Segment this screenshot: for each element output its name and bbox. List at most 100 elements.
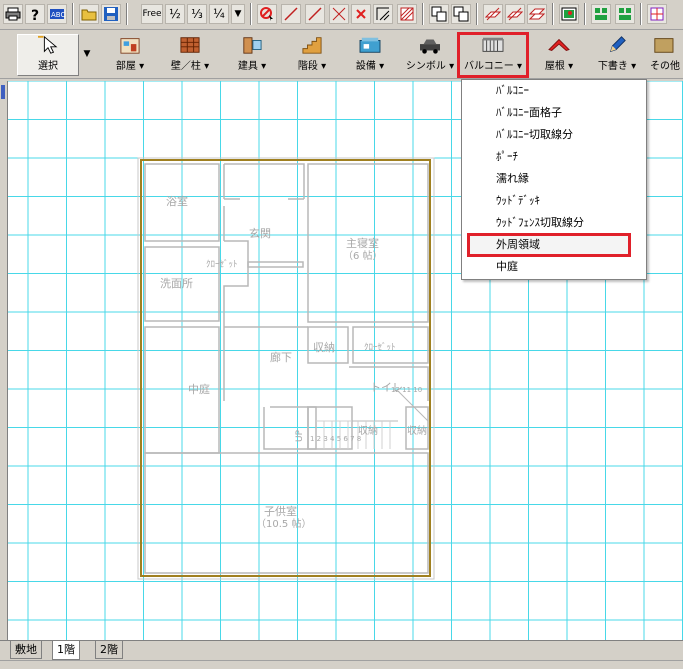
status-bar xyxy=(0,660,683,669)
other-tools-icon xyxy=(654,38,674,53)
room-label: 部屋 ▾ xyxy=(115,61,145,72)
free-snap-button[interactable]: Free xyxy=(141,4,163,24)
stairs-button[interactable]: 階段 ▾ xyxy=(286,34,338,76)
balcony-dropdown-menu: ﾊﾞﾙｺﾆｰ ﾊﾞﾙｺﾆｰ面格子 ﾊﾞﾙｺﾆｰ切取線分 ﾎﾟｰﾁ 濡れ縁 ｳｯﾄ… xyxy=(461,79,647,280)
roof-label-text: 屋根 xyxy=(544,61,565,72)
toolbar-separator xyxy=(552,3,554,25)
menu-item-balcony-lattice[interactable]: ﾊﾞﾙｺﾆｰ面格子 xyxy=(462,102,646,124)
toolbar-separator xyxy=(72,3,74,25)
balcony-icon xyxy=(482,37,504,52)
symbol-button[interactable]: シンボル ▾ xyxy=(402,34,458,76)
help-icon[interactable]: ? xyxy=(25,4,45,24)
kitchen-icon xyxy=(359,37,381,53)
free-label: Free xyxy=(142,9,162,19)
menu-item-wood-deck[interactable]: ｳｯﾄﾞﾃﾞｯｷ xyxy=(462,190,646,212)
layer-2-icon[interactable] xyxy=(505,4,525,24)
save-icon[interactable] xyxy=(101,4,121,24)
menu-item-outer-area[interactable]: 外周領域 xyxy=(467,233,631,257)
toolbar-separator xyxy=(250,3,252,25)
snap-dropdown-arrow[interactable]: ▼ xyxy=(231,4,245,24)
hatch-lines-icon[interactable] xyxy=(373,4,393,24)
layer-1-icon[interactable] xyxy=(483,4,503,24)
draft-label: 下書き ▾ xyxy=(597,61,637,72)
draft-button[interactable]: 下書き ▾ xyxy=(591,34,643,76)
no-select-cursor-icon[interactable] xyxy=(257,4,277,24)
tab-floor1[interactable]: 1階 xyxy=(52,641,80,660)
closet-small-label: ｸﾛｰｾﾞｯﾄ xyxy=(206,259,238,270)
room-icon xyxy=(120,38,140,54)
hatch-fill-icon[interactable] xyxy=(397,4,417,24)
other-label: その他 xyxy=(650,61,680,72)
courtyard-label: 中庭 xyxy=(188,382,210,396)
select-dropdown-arrow[interactable]: ▼ xyxy=(80,34,94,76)
draft-label-text: 下書き xyxy=(597,61,628,72)
up-label: UP xyxy=(295,429,305,442)
toolbar-separator xyxy=(476,3,478,25)
third-label: ⅓ xyxy=(191,7,203,21)
equipment-button[interactable]: 設備 ▾ xyxy=(344,34,396,76)
grid-view-icon[interactable] xyxy=(647,4,667,24)
kids-room-size: （10.5 帖） xyxy=(256,517,311,530)
open-folder-icon[interactable] xyxy=(79,4,99,24)
wall-pillar-label-text: 壁／柱 xyxy=(170,61,201,72)
symbol-label: シンボル ▾ xyxy=(405,61,455,72)
stairs-label-text: 階段 xyxy=(297,61,318,72)
print-icon[interactable] xyxy=(3,4,23,24)
menu-item-courtyard[interactable]: 中庭 xyxy=(462,256,646,278)
room-button[interactable]: 部屋 ▾ xyxy=(104,34,156,76)
storage3-label: 収納 xyxy=(407,424,427,437)
wall-pillar-label: 壁／柱 ▾ xyxy=(170,61,210,72)
window-cascade-icon[interactable] xyxy=(451,4,471,24)
wall-pillar-button[interactable]: 壁／柱 ▾ xyxy=(160,34,220,76)
roof-button[interactable]: 屋根 ▾ xyxy=(531,34,587,76)
window-tile-icon[interactable] xyxy=(429,4,449,24)
menu-item-balcony[interactable]: ﾊﾞﾙｺﾆｰ xyxy=(462,80,646,102)
cross-line-icon[interactable] xyxy=(329,4,349,24)
main-toolbar: 選択 ▼ 部屋 ▾ 壁／柱 ▾ 建具 ▾ 階段 ▾ 設備 ▾ シンボル ▾ バル… xyxy=(0,31,683,79)
picture-icon[interactable] xyxy=(559,4,579,24)
balcony-label-text: バルコニー xyxy=(463,61,514,72)
entrance-label: 玄関 xyxy=(249,226,271,240)
layer-3-icon[interactable] xyxy=(527,4,547,24)
select-button[interactable]: 選択 xyxy=(17,34,79,76)
room-label-text: 部屋 xyxy=(115,61,136,72)
roof-label: 屋根 ▾ xyxy=(544,61,574,72)
balcony-label: バルコニー ▾ xyxy=(463,61,522,72)
tab-floor2[interactable]: 2階 xyxy=(95,641,123,659)
half-snap-button[interactable]: ½ xyxy=(165,4,185,24)
closet-label: ｸﾛｰｾﾞｯﾄ xyxy=(364,342,396,353)
house-view-2-icon[interactable] xyxy=(615,4,635,24)
select-arrow-icon xyxy=(38,35,58,54)
storage-label: 収納 xyxy=(313,341,335,354)
quarter-label: ¼ xyxy=(213,7,225,21)
menu-item-porch[interactable]: ﾎﾟｰﾁ xyxy=(462,146,646,168)
abc-icon[interactable]: ABC xyxy=(47,4,67,24)
master-bedroom-label: 主寝室 xyxy=(346,236,379,250)
other-button[interactable]: その他 xyxy=(649,34,683,76)
fixtures-button[interactable]: 建具 ▾ xyxy=(226,34,278,76)
menu-item-veranda[interactable]: 濡れ縁 xyxy=(462,168,646,190)
left-ruler xyxy=(0,81,8,640)
roof-icon xyxy=(548,38,570,51)
stairs-icon xyxy=(302,37,322,54)
third-snap-button[interactable]: ⅓ xyxy=(187,4,207,24)
car-symbol-icon xyxy=(420,39,440,54)
menu-item-wood-fence-cut-line[interactable]: ｳｯﾄﾞﾌｪﾝｽ切取線分 xyxy=(462,212,646,234)
toolbar-separator xyxy=(584,3,586,25)
line-tool-2-icon[interactable] xyxy=(305,4,325,24)
app-window: ? ABC Free ½ ⅓ ¼ ▼ 選択 ▼ 部屋 ▾ 壁／柱 ▾ 建具 ▾ … xyxy=(0,0,683,669)
house-view-icon[interactable] xyxy=(591,4,611,24)
washroom-label: 洗面所 xyxy=(160,277,193,290)
balcony-button[interactable]: バルコニー ▾ xyxy=(457,32,529,78)
equipment-label-text: 設備 xyxy=(355,61,376,72)
line-tool-icon[interactable] xyxy=(281,4,301,24)
delete-x-icon[interactable] xyxy=(351,4,371,24)
small-toolbar: ? ABC Free ½ ⅓ ¼ ▼ xyxy=(0,0,683,30)
quarter-snap-button[interactable]: ¼ xyxy=(209,4,229,24)
toolbar-separator xyxy=(422,3,424,25)
room-labels: 浴室 玄関 ｸﾛｰｾﾞｯﾄ 洗面所 主寝室 （6 帖） 廊下 収納 ｸﾛｰｾﾞｯ… xyxy=(160,194,427,530)
stairs-label: 階段 ▾ xyxy=(297,61,327,72)
tab-site[interactable]: 敷地 xyxy=(10,641,42,659)
menu-item-balcony-cut-line[interactable]: ﾊﾞﾙｺﾆｰ切取線分 xyxy=(462,124,646,146)
stair-numbers: 1 2 3 4 5 6 7 8 xyxy=(310,435,361,443)
